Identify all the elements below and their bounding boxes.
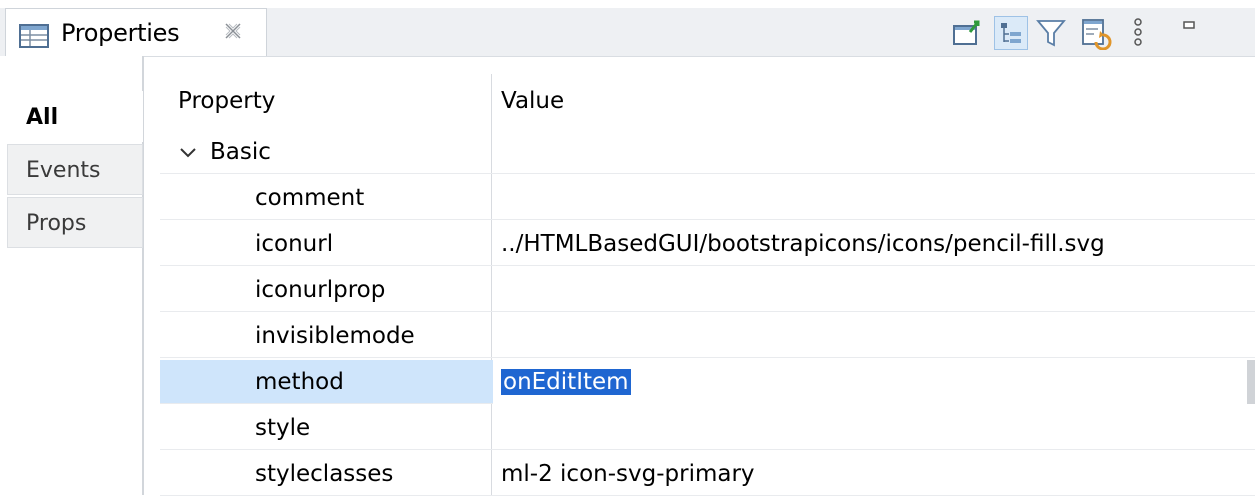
tab-all[interactable]: All [7,91,143,142]
pin-to-selection-button[interactable] [950,16,984,50]
table-row[interactable]: style [160,406,1255,450]
view-tab-strip: Properties [0,8,1255,57]
property-value[interactable]: ml-2 icon-svg-primary [501,452,755,496]
minimize-button[interactable] [1164,16,1198,50]
view-header: Properties [0,0,1255,57]
chevron-down-icon[interactable] [178,143,198,163]
view-menu-button[interactable] [1124,16,1158,50]
group-label: Basic [210,139,271,165]
header-property[interactable]: Property [178,83,275,119]
selected-text[interactable]: onEditItem [501,369,631,395]
pin-to-selection-icon [953,20,980,45]
property-name: comment [255,185,365,211]
properties-view-icon [19,24,49,48]
table-row[interactable]: iconurl ../HTMLBasedGUI/bootstrapicons/i… [160,222,1255,266]
close-icon[interactable] [223,21,243,41]
minimize-icon [1183,21,1195,29]
show-categories-icon [1001,23,1021,43]
show-categories-button[interactable] [994,16,1028,50]
property-name: styleclasses [255,461,394,487]
property-value-editor[interactable]: onEditItem [493,360,1247,404]
restore-default-button[interactable] [1080,16,1114,51]
restore-default-icon [1082,19,1112,51]
property-name: method [255,369,344,395]
properties-view-tab[interactable]: Properties [5,8,267,56]
property-name: iconurl [255,231,334,257]
property-tabs: All Events Props [0,56,144,495]
tab-events[interactable]: Events [7,144,143,195]
editor-scroll-marker [1247,360,1255,404]
table-row[interactable]: styleclasses ml-2 icon-svg-primary [160,452,1255,496]
header-value[interactable]: Value [501,83,564,119]
group-row-basic[interactable]: Basic [160,130,1255,174]
property-name: invisiblemode [255,323,415,349]
tab-props[interactable]: Props [7,197,143,248]
filter-icon [1036,20,1066,47]
view-menu-icon [1134,18,1142,46]
property-name: iconurlprop [255,277,386,303]
property-name: style [255,415,311,441]
property-value[interactable]: ../HTMLBasedGUI/bootstrapicons/icons/pen… [501,222,1105,266]
table-row[interactable]: invisiblemode [160,314,1255,358]
view-title: Properties [61,19,180,47]
table-header: Property Value [160,74,1255,128]
property-table: Property Value Basic comment iconurl ../… [160,74,1255,496]
table-row-selected[interactable]: method onEditItem [160,360,1255,404]
table-row[interactable]: comment [160,176,1255,220]
filter-button[interactable] [1034,16,1068,50]
table-row[interactable]: iconurlprop [160,268,1255,312]
